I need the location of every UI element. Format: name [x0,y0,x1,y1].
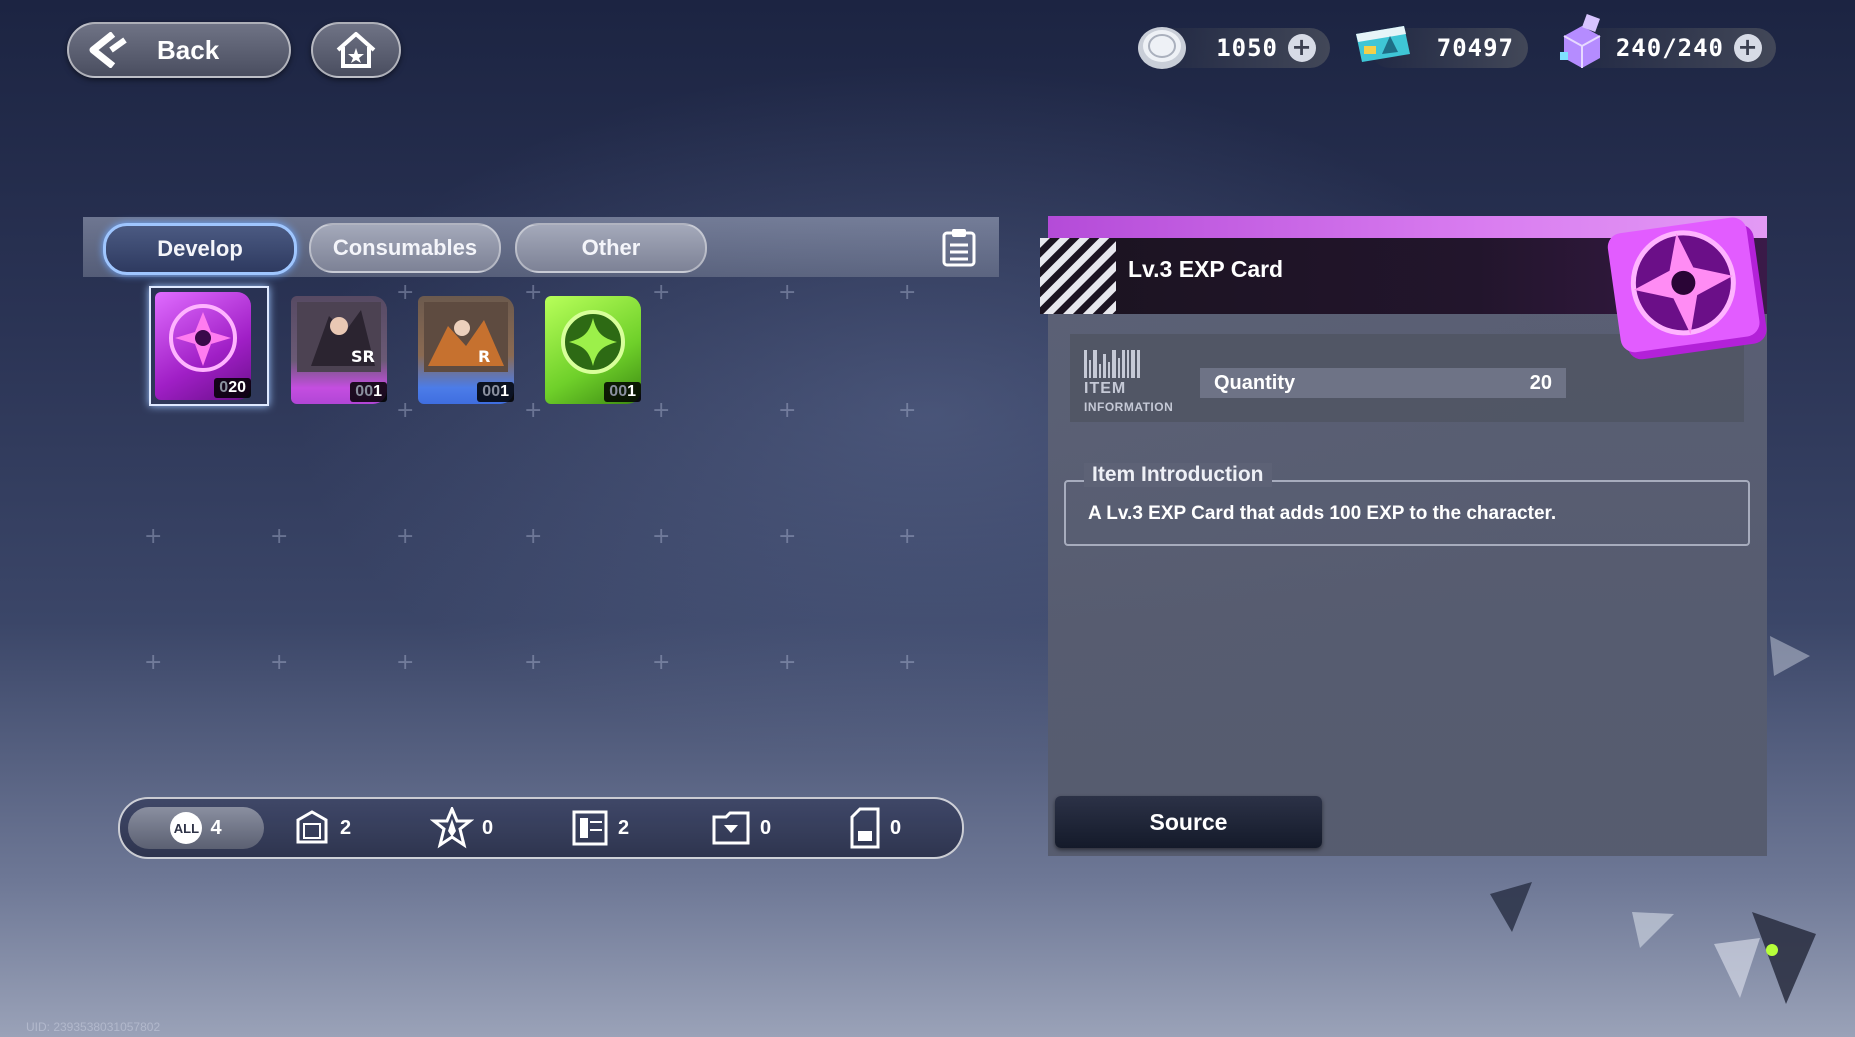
home-button[interactable] [311,22,401,78]
quantity-row: Quantity 20 [1200,368,1566,398]
barcode-icon [1084,350,1144,383]
back-label: Back [157,34,220,65]
world-ticket-icon [1352,24,1414,69]
filter-card-frame[interactable]: 2 [570,807,629,849]
all-icon: ALL [170,812,203,844]
item-count: 001 [604,382,641,402]
tab-other[interactable]: Other [515,223,707,273]
svg-text:R: R [478,347,490,366]
filter-card-box[interactable]: 2 [292,807,351,849]
silver-coin-icon [1136,24,1188,77]
floating-shard-decoration [1768,632,1812,683]
item-introduction-text: A Lv.3 EXP Card that adds 100 EXP to the… [1088,503,1557,524]
quantity-value: 20 [1529,371,1552,394]
filter-all[interactable]: ALL 4 [128,807,264,849]
floating-shard-decoration [1712,908,1818,1011]
item-count: 001 [350,382,387,402]
hatch-decoration [1040,238,1116,314]
filter-count: 0 [890,816,902,839]
item-introduction-title: Item Introduction [1084,463,1272,487]
item-slot-exp-card[interactable]: 020 [149,286,269,406]
item-info-label: ITEM [1084,380,1127,397]
stamina-value: 240/240 [1615,34,1724,62]
svg-text:SR: SR [351,347,375,366]
tab-consumables[interactable]: Consumables [309,223,501,273]
clipboard-icon[interactable] [941,227,977,272]
filter-count: 4 [210,816,222,839]
floating-shard-decoration [1488,880,1534,941]
filter-count: 2 [618,816,630,839]
filter-bar: ALL 4 2 0 2 0 0 [118,797,964,859]
back-chevron-icon [83,32,129,68]
filter-folder[interactable]: 0 [710,807,771,849]
floating-shard-decoration [1628,908,1676,957]
item-count: 001 [477,382,514,402]
filter-star-emblem[interactable]: 0 [430,807,493,849]
folder-icon [710,809,752,847]
silver-coin-value: 1050 [1216,34,1278,62]
sd-card-icon [848,807,882,849]
star-emblem-icon [430,807,474,849]
item-count: 020 [214,378,251,398]
back-button[interactable]: Back [67,22,291,78]
filter-sd-card[interactable]: 0 [848,807,901,849]
source-button[interactable]: Source [1055,796,1322,848]
card-box-icon [292,808,332,848]
home-icon [334,30,378,70]
crystal-stamina-icon [1554,14,1610,79]
category-tab-bar: Develop Consumables Other [83,217,999,277]
filter-count: 0 [482,816,494,839]
item-slot-character-card-purple[interactable]: SR 001 [291,296,387,404]
filter-count: 2 [340,816,352,839]
item-name: Lv.3 EXP Card [1128,256,1284,282]
item-slot-green-token[interactable]: 001 [545,296,641,404]
item-info-sublabel: INFORMATION [1084,400,1174,414]
add-silver-coin-button[interactable]: + [1288,34,1316,62]
user-id-label: UID: 2393538031057802 [26,1020,161,1034]
quantity-label: Quantity [1214,371,1296,394]
tab-develop[interactable]: Develop [103,223,297,275]
item-slot-character-card-blue[interactable]: R 001 [418,296,514,404]
exp-card-large-art [1600,202,1780,377]
add-stamina-button[interactable]: + [1734,34,1762,62]
world-ticket-value: 70497 [1436,34,1514,62]
filter-count: 0 [760,816,772,839]
card-frame-icon [570,808,610,848]
